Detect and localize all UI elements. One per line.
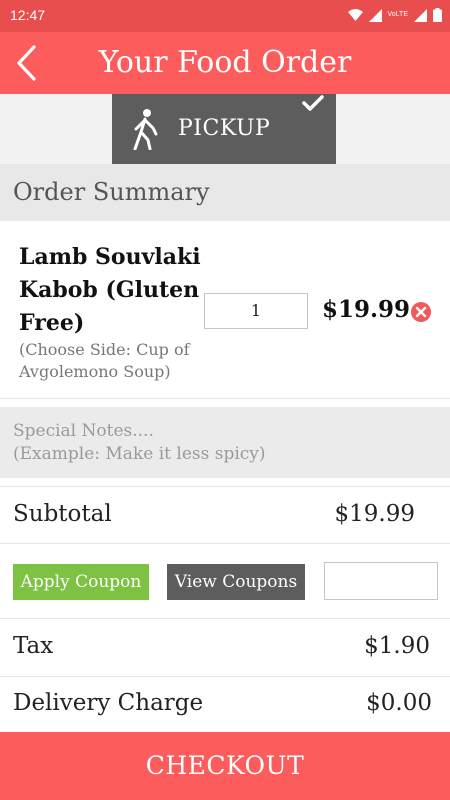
delivery-charge-label: Delivery Charge — [13, 690, 204, 716]
quantity-field[interactable]: 1 — [204, 293, 308, 329]
page-title: Your Food Order — [98, 45, 352, 80]
view-coupons-button[interactable]: View Coupons — [167, 564, 305, 600]
remove-icon[interactable] — [410, 301, 432, 323]
subtotal-value: $19.99 — [334, 501, 415, 527]
pickup-label: PICKUP — [178, 116, 271, 141]
order-item: Lamb Souvlaki Kabob (Gluten Free) (Choos… — [0, 221, 450, 399]
item-name: Lamb Souvlaki Kabob (Gluten Free) — [19, 244, 201, 336]
delivery-charge-row: Delivery Charge $0.00 — [0, 677, 450, 733]
walker-icon — [133, 109, 158, 150]
coupon-row: Apply Coupon View Coupons — [0, 544, 450, 619]
battery-icon — [433, 8, 442, 22]
status-bar: 12:47 VoLTE — [0, 0, 450, 32]
status-icons: VoLTE — [347, 8, 442, 22]
app-header: Your Food Order — [0, 32, 450, 94]
signal-icon — [414, 8, 427, 22]
status-time: 12:47 — [10, 7, 46, 23]
special-notes-placeholder: Special Notes.... (Example: Make it less… — [13, 421, 266, 464]
order-summary-title: Order Summary — [13, 178, 210, 206]
signal-icon — [368, 8, 382, 22]
item-price: $19.99 — [322, 296, 411, 323]
delivery-charge-value: $0.00 — [366, 690, 432, 716]
apply-coupon-button[interactable]: Apply Coupon — [13, 564, 149, 600]
tax-row: Tax $1.90 — [0, 619, 450, 677]
tax-label: Tax — [13, 633, 54, 659]
tax-value: $1.90 — [364, 633, 430, 659]
order-summary-header: Order Summary — [0, 164, 450, 221]
item-option: (Choose Side: Cup of Avgolemono Soup) — [19, 340, 190, 381]
subtotal-row: Subtotal $19.99 — [0, 486, 450, 544]
subtotal-label: Subtotal — [13, 501, 112, 527]
volte-label: VoLTE — [387, 11, 409, 18]
coupon-code-input[interactable] — [324, 562, 438, 600]
volte-icon: VoLTE — [388, 11, 409, 19]
pickup-option[interactable]: PICKUP — [112, 94, 336, 164]
special-notes-field[interactable]: Special Notes.... (Example: Make it less… — [0, 407, 450, 478]
wifi-icon — [347, 8, 363, 21]
check-icon — [302, 95, 324, 111]
checkout-button[interactable]: CHECKOUT — [0, 732, 450, 800]
